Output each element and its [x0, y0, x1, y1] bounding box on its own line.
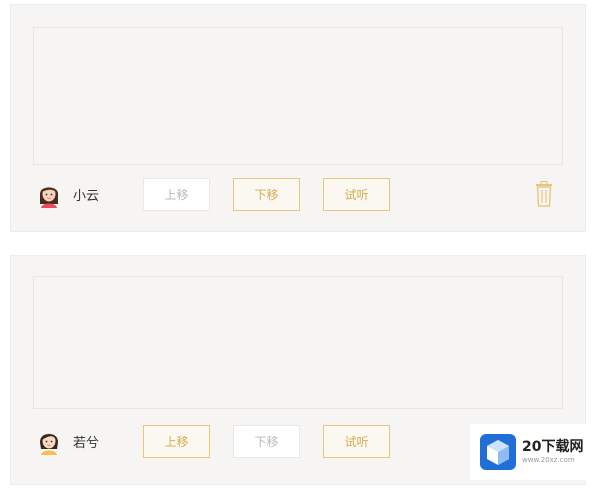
- speaker-name: 若兮: [73, 435, 100, 451]
- watermark-text: 20下载网 www.20xz.com: [522, 439, 583, 465]
- preview-button[interactable]: 试听: [323, 424, 390, 458]
- dialogue-entry-1: 小云 上移 下移 试听: [10, 4, 586, 232]
- move-up-button[interactable]: 上移: [143, 424, 210, 458]
- dialogue-text-input-1[interactable]: [33, 27, 563, 165]
- move-down-button[interactable]: 下移: [233, 424, 300, 458]
- trash-icon[interactable]: [533, 181, 555, 207]
- site-watermark: 20下载网 www.20xz.com: [470, 424, 596, 480]
- speaker-avatar-icon[interactable]: [35, 180, 63, 208]
- dialogue-text-input-2[interactable]: [33, 276, 563, 409]
- move-up-button[interactable]: 上移: [143, 177, 210, 211]
- watermark-brand: 20下载网: [522, 439, 584, 455]
- move-down-button[interactable]: 下移: [233, 177, 300, 211]
- entry-toolbar-1: 小云 上移 下移 试听: [35, 177, 563, 211]
- speaker-avatar-icon[interactable]: [35, 427, 63, 455]
- preview-button[interactable]: 试听: [323, 177, 390, 211]
- watermark-domain: www.20xz.com: [522, 456, 575, 464]
- cube-logo-icon: [478, 432, 518, 472]
- speaker-name: 小云: [73, 188, 100, 204]
